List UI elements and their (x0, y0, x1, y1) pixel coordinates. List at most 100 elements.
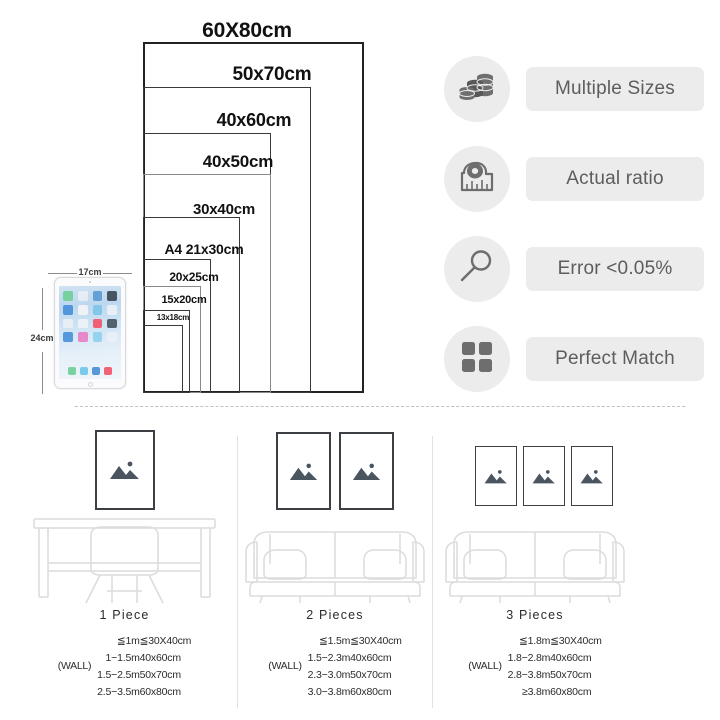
table-row: ≥3.8m 60x80cm (508, 683, 602, 700)
mountain-image-icon (484, 469, 507, 483)
size-value: 50x70cm (550, 668, 592, 681)
dock-icon-1 (80, 367, 88, 375)
spec-one-piece: (WALL) ≦1m ≦30X40cm 1−1.5m 40x60cm 1.5−2… (12, 632, 237, 700)
table-row: 1.5−2.3m 40x60cm (308, 649, 402, 666)
app-icon-3 (107, 291, 117, 301)
scene-sofa-two (240, 418, 430, 608)
distance-value: 2.5−3.5m (97, 685, 140, 698)
app-icon-1 (77, 291, 88, 301)
table-row: 2.8−3.8m 50x70cm (508, 666, 602, 683)
art-frame (339, 432, 394, 510)
wall-label-0: (WALL) (57, 660, 92, 672)
size-label-15x20: 15x20cm (161, 294, 207, 306)
feature-pill-2: Error <0.05% (526, 247, 704, 291)
app-icon-6 (92, 304, 103, 315)
dock-icon-0 (68, 367, 76, 375)
spec-two-pieces: (WALL) ≦1.5m ≦30X40cm 1.5−2.3m 40x60cm 2… (240, 632, 430, 700)
panel-title-one-piece: 1 Piece (99, 608, 150, 622)
scene-sofa-three (435, 418, 635, 608)
panel-one-piece: 1 Piece (WALL) ≦1m ≦30X40cm 1−1.5m 40x60… (12, 418, 237, 720)
dock-icon-3 (104, 367, 112, 375)
panel-divider-2 (432, 436, 433, 708)
size-value: 40x60cm (350, 651, 392, 664)
distance-value: ≥3.8m (522, 685, 551, 698)
panel-title-three-pieces: 3 Pieces (506, 608, 564, 622)
app-icon-12 (63, 332, 73, 342)
mountain-image-icon (109, 461, 139, 479)
size-value: 50x70cm (139, 668, 181, 681)
feature-label-2: Error <0.05% (557, 258, 673, 279)
panel-divider-1 (237, 436, 238, 708)
size-value: ≦30X40cm (550, 634, 602, 647)
size-label-40x50: 40x50cm (202, 152, 274, 171)
distance-value: ≦1.8m (519, 634, 551, 647)
placement-guide: 1 Piece (WALL) ≦1m ≦30X40cm 1−1.5m 40x60… (0, 418, 720, 720)
distance-value: 3.0−3.8m (307, 685, 351, 698)
sofa-illustration (245, 531, 425, 604)
ipad-dock (68, 367, 112, 375)
panel-two-pieces: 2 Pieces (WALL) ≦1.5m ≦30X40cm 1.5−2.3m … (240, 418, 430, 720)
mountain-image-icon (532, 469, 555, 483)
size-value: 60x80cm (139, 685, 181, 698)
distance-value: 2.3−3.0m (307, 668, 351, 681)
art-frame (571, 446, 613, 506)
table-row: ≦1.8m ≦30X40cm (508, 632, 602, 649)
size-guide-infographic: 60X80cm 50x70cm 40x60cm 40x50cm 30x40cm … (0, 0, 720, 720)
grid-squares-icon (460, 340, 494, 379)
app-icon-9 (77, 318, 88, 329)
tape-measure-icon (458, 160, 496, 199)
table-row: 1.8−2.8m 40x60cm (508, 649, 602, 666)
width-guide-line (48, 273, 77, 274)
feature-error-rate: Error <0.05% (444, 224, 704, 314)
feature-badge-0 (444, 56, 510, 122)
size-label-50x70: 50x70cm (232, 64, 312, 85)
height-guide-line-bottom (42, 352, 43, 394)
app-icon-14 (92, 332, 103, 342)
distance-value: ≦1m (116, 634, 140, 647)
distance-value: 2.8−3.8m (507, 668, 551, 681)
app-icon-7 (107, 304, 117, 315)
ipad-illustration (54, 277, 126, 389)
feature-label-0: Multiple Sizes (554, 78, 675, 99)
spec-three-pieces: (WALL) ≦1.8m ≦30X40cm 1.8−2.8m 40x60cm 2… (435, 632, 635, 700)
feature-actual-ratio: Actual ratio (444, 134, 704, 224)
art-frame (276, 432, 331, 510)
device-width-label: 17cm (78, 267, 102, 277)
ipad-camera-icon (89, 280, 91, 283)
size-value: 40x60cm (550, 651, 592, 664)
table-row: 3.0−3.8m 60x80cm (308, 683, 402, 700)
feature-pill-3: Perfect Match (526, 337, 704, 381)
app-icon-8 (63, 318, 73, 329)
coins-icon (458, 70, 496, 109)
spec-table-two-pieces: ≦1.5m ≦30X40cm 1.5−2.3m 40x60cm 2.3−3.0m… (308, 632, 402, 700)
table-row: ≦1.5m ≦30X40cm (308, 632, 402, 649)
app-icon-5 (77, 304, 88, 315)
app-icon-4 (63, 304, 73, 315)
feature-badge-1 (444, 146, 510, 212)
width-guide-line-right (103, 273, 132, 274)
mountain-image-icon (352, 463, 380, 480)
table-row: 1.5−2.5m 50x70cm (97, 666, 191, 683)
distance-value: ≦1.5m (319, 634, 351, 647)
mountain-image-icon (580, 469, 603, 483)
magnifier-icon (458, 249, 496, 290)
size-label-60x80: 60X80cm (202, 19, 292, 42)
app-icon-11 (107, 318, 117, 329)
scene-desk (12, 418, 237, 608)
size-value: ≦30X40cm (350, 634, 402, 647)
size-label-13x18: 13x18cm (156, 313, 190, 322)
size-label-a4-21x30: A4 21x30cm (164, 241, 244, 257)
art-frame (94, 430, 155, 510)
sofa-illustration (445, 531, 625, 604)
distance-value: 1.5−2.3m (307, 651, 351, 664)
panel-title-two-pieces: 2 Pieces (306, 608, 364, 622)
ipad-app-grid (63, 291, 117, 342)
art-frame (475, 446, 517, 506)
size-value: ≦30X40cm (139, 634, 192, 647)
size-comparison-chart: 60X80cm 50x70cm 40x60cm 40x50cm 30x40cm … (0, 0, 720, 415)
panel-three-pieces: 3 Pieces (WALL) ≦1.8m ≦30X40cm 1.8−2.8m … (435, 418, 635, 720)
height-guide-line-top (42, 288, 43, 330)
app-icon-15 (107, 332, 117, 342)
feature-list: Multiple Sizes Actual ratio Error <0.05%… (444, 44, 704, 404)
size-rect-13x18 (143, 325, 183, 393)
